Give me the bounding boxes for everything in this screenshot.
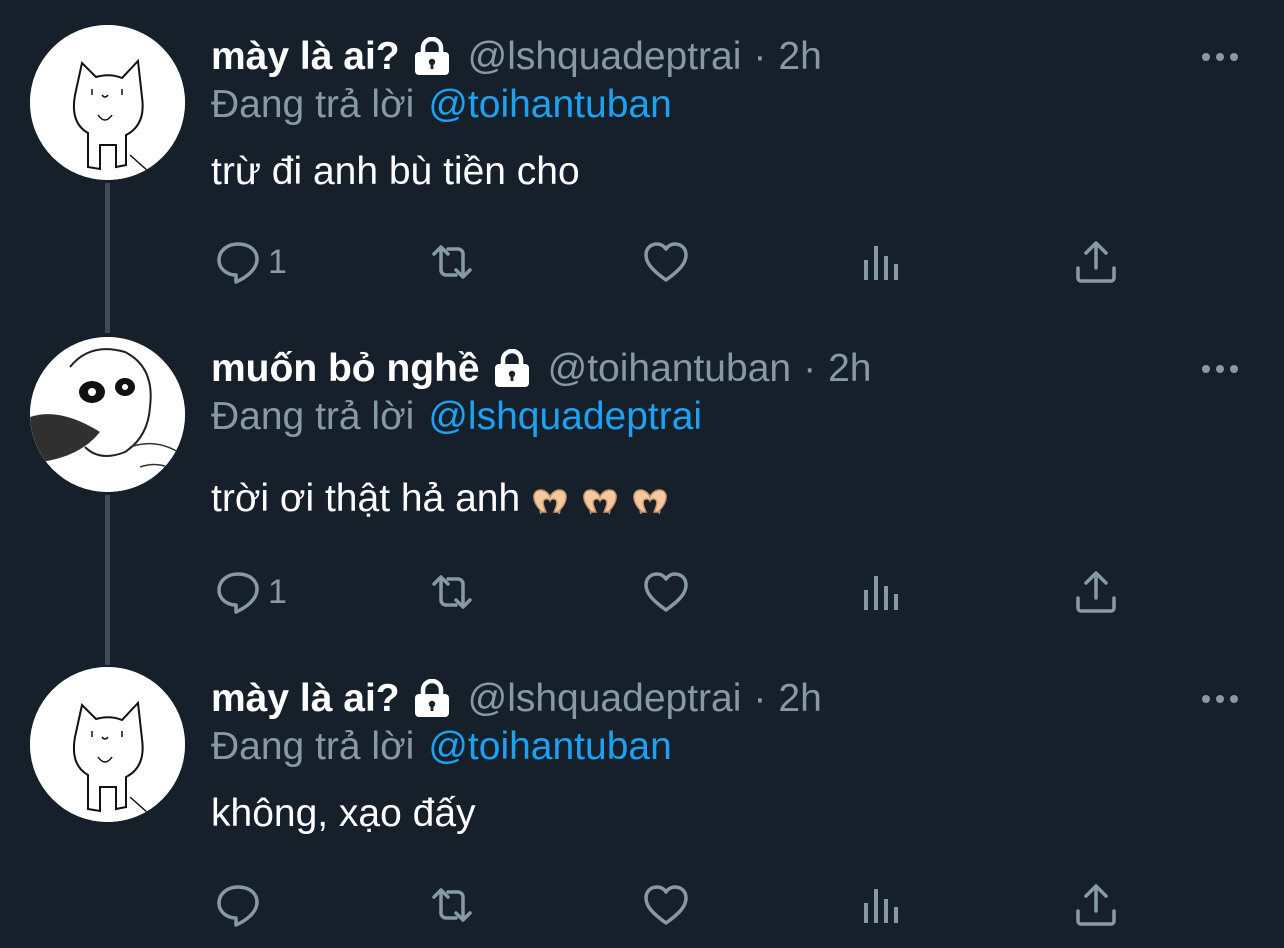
tweet-text: trừ đi anh bù tiền cho: [211, 150, 580, 193]
analytics-icon: [858, 568, 906, 616]
avatar[interactable]: [30, 25, 185, 180]
analytics-button[interactable]: [858, 567, 906, 617]
heart-hands-emoji-icon: [580, 485, 620, 515]
lock-icon: [412, 679, 452, 719]
mention-link[interactable]: @lshquadeptrai: [428, 395, 702, 438]
tweet-text: không, xạo đấy: [211, 792, 476, 835]
lock-icon: [412, 37, 452, 77]
retweet-icon: [428, 881, 476, 929]
reply-prefix: Đang trả lời: [211, 83, 415, 126]
tweet-header: mày là ai? @lshquadeptrai · 2h: [211, 675, 822, 723]
retweet-icon: [428, 238, 476, 286]
tweet-actions: 1: [0, 237, 1284, 287]
reply-count: 1: [268, 572, 287, 611]
share-icon: [1072, 881, 1120, 929]
timestamp[interactable]: 2h: [778, 677, 821, 721]
handle[interactable]: @lshquadeptrai: [468, 677, 742, 721]
more-icon[interactable]: [1198, 689, 1242, 709]
like-icon: [642, 881, 690, 929]
reply-button[interactable]: 1: [214, 237, 287, 287]
heart-hands-emoji-icon: [530, 485, 570, 515]
cat-avatar-icon: [30, 25, 185, 180]
like-icon: [642, 238, 690, 286]
retweet-button[interactable]: [428, 880, 476, 930]
tweet[interactable]: mày là ai? @lshquadeptrai · 2h Đang trả …: [0, 25, 1284, 315]
analytics-icon: [858, 881, 906, 929]
share-icon: [1072, 238, 1120, 286]
handle[interactable]: @toihantuban: [548, 347, 791, 391]
share-icon: [1072, 568, 1120, 616]
analytics-icon: [858, 238, 906, 286]
reply-prefix: Đang trả lời: [211, 725, 415, 768]
like-button[interactable]: [642, 237, 690, 287]
reply-count: 1: [268, 242, 287, 281]
reply-icon: [214, 881, 262, 929]
mention-link[interactable]: @toihantuban: [428, 83, 671, 126]
separator-dot: ·: [803, 347, 817, 390]
avatar[interactable]: [30, 337, 185, 492]
share-button[interactable]: [1072, 880, 1120, 930]
share-button[interactable]: [1072, 567, 1120, 617]
tweet[interactable]: muốn bỏ nghề @toihantuban · 2h Đang trả …: [0, 337, 1284, 637]
analytics-button[interactable]: [858, 880, 906, 930]
separator-dot: ·: [753, 35, 767, 78]
tweet-text: trời ơi thật hả anh: [211, 477, 521, 520]
like-button[interactable]: [642, 880, 690, 930]
display-name[interactable]: mày là ai?: [211, 677, 400, 721]
like-icon: [642, 568, 690, 616]
timeline: mày là ai? @lshquadeptrai · 2h Đang trả …: [0, 0, 1284, 948]
tweet[interactable]: mày là ai? @lshquadeptrai · 2h Đang trả …: [0, 667, 1284, 948]
display-name[interactable]: muốn bỏ nghề: [211, 347, 480, 391]
sketch-avatar-icon: [30, 337, 185, 492]
mention-link[interactable]: @toihantuban: [428, 725, 671, 768]
tweet-header: mày là ai? @lshquadeptrai · 2h: [211, 33, 822, 81]
timestamp[interactable]: 2h: [778, 35, 821, 79]
handle[interactable]: @lshquadeptrai: [468, 35, 742, 79]
avatar[interactable]: [30, 667, 185, 822]
retweet-icon: [428, 568, 476, 616]
reply-context: Đang trả lời @toihantuban: [211, 725, 672, 769]
like-button[interactable]: [642, 567, 690, 617]
reply-icon: [214, 238, 262, 286]
tweet-actions: [0, 880, 1284, 930]
reply-button[interactable]: 1: [214, 567, 287, 617]
reply-prefix: Đang trả lời: [211, 395, 415, 438]
reply-button[interactable]: [214, 880, 268, 930]
more-icon[interactable]: [1198, 47, 1242, 67]
separator-dot: ·: [753, 677, 767, 720]
lock-icon: [492, 349, 532, 389]
more-icon[interactable]: [1198, 359, 1242, 379]
analytics-button[interactable]: [858, 237, 906, 287]
reply-context: Đang trả lời @toihantuban: [211, 83, 672, 127]
heart-hands-emoji-icon: [630, 485, 670, 515]
tweet-text-row: trời ơi thật hả anh: [211, 477, 670, 521]
share-button[interactable]: [1072, 237, 1120, 287]
cat-avatar-icon: [30, 667, 185, 822]
reply-icon: [214, 568, 262, 616]
tweet-header: muốn bỏ nghề @toihantuban · 2h: [211, 345, 871, 393]
display-name[interactable]: mày là ai?: [211, 35, 400, 79]
timestamp[interactable]: 2h: [828, 347, 871, 391]
retweet-button[interactable]: [428, 567, 476, 617]
reply-context: Đang trả lời @lshquadeptrai: [211, 395, 702, 439]
retweet-button[interactable]: [428, 237, 476, 287]
tweet-actions: 1: [0, 567, 1284, 617]
